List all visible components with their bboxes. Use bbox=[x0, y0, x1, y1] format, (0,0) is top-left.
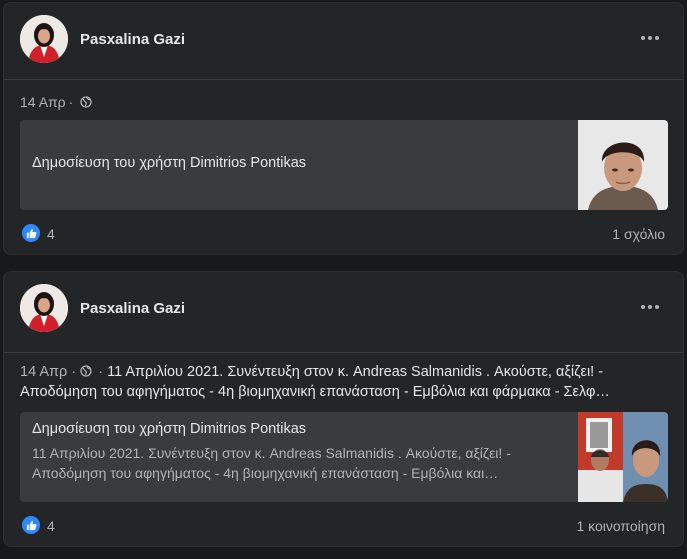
more-options-icon[interactable] bbox=[641, 29, 659, 47]
shared-post-excerpt: 11 Απριλίου 2021. Συνέντευξη στον κ. And… bbox=[32, 445, 511, 481]
author-name[interactable]: Pasxalina Gazi bbox=[80, 300, 185, 317]
author-name[interactable]: Pasxalina Gazi bbox=[80, 31, 185, 48]
globe-icon bbox=[80, 96, 92, 108]
like-count[interactable]: 4 bbox=[47, 518, 55, 534]
author-avatar[interactable] bbox=[20, 284, 68, 332]
more-options-icon[interactable] bbox=[641, 298, 659, 316]
shared-post-preview[interactable]: Δημοσίευση του χρήστη Dimitrios Pontikas bbox=[20, 120, 668, 210]
globe-icon bbox=[80, 365, 92, 377]
shared-post-title: Δημοσίευση του χρήστη Dimitrios Pontikas bbox=[32, 421, 307, 437]
shared-post-thumbnail bbox=[578, 120, 668, 210]
post-card: Pasxalina Gazi 14 Απρ · · 11 Απριλίου 20… bbox=[3, 271, 684, 547]
shared-post-preview[interactable]: Δημοσίευση του χρήστη Dimitrios Pontikas… bbox=[20, 412, 668, 502]
like-icon[interactable] bbox=[22, 224, 40, 242]
like-count[interactable]: 4 bbox=[47, 226, 55, 242]
share-count[interactable]: 1 κοινοποίηση bbox=[576, 518, 665, 534]
post-date[interactable]: 14 Απρ bbox=[20, 94, 66, 110]
like-icon[interactable] bbox=[22, 516, 40, 534]
divider bbox=[4, 352, 683, 353]
post-meta: 14 Απρ · bbox=[20, 94, 92, 110]
post-card: Pasxalina Gazi 14 Απρ · Δημοσίευση του χ… bbox=[3, 2, 684, 255]
shared-post-thumbnail bbox=[578, 412, 668, 502]
author-avatar[interactable] bbox=[20, 15, 68, 63]
avatar-image bbox=[20, 284, 68, 332]
post-date[interactable]: 14 Απρ bbox=[20, 364, 67, 380]
comment-count[interactable]: 1 σχόλιο bbox=[612, 226, 665, 242]
shared-post-title: Δημοσίευση του χρήστη Dimitrios Pontikas bbox=[32, 155, 307, 171]
post-text: 14 Απρ · · 11 Απριλίου 2021. Συνέντευξη … bbox=[20, 364, 610, 400]
post-body: 11 Απριλίου 2021. Συνέντευξη στον κ. And… bbox=[20, 364, 610, 400]
divider bbox=[4, 79, 683, 80]
avatar-image bbox=[20, 15, 68, 63]
